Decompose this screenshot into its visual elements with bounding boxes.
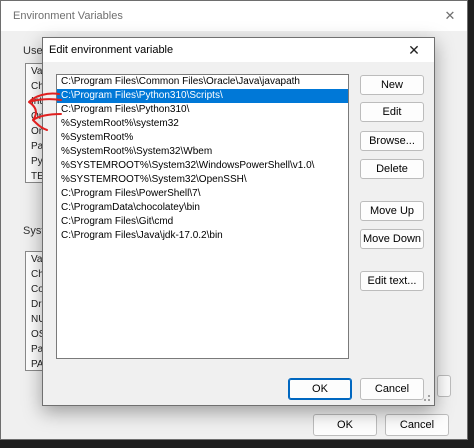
- back-ok-button[interactable]: OK: [313, 414, 377, 436]
- new-button[interactable]: New: [360, 75, 424, 95]
- delete-button[interactable]: Delete: [360, 159, 424, 179]
- back-titlebar: Environment Variables ✕: [1, 1, 467, 31]
- dialog-titlebar: Edit environment variable ✕: [43, 38, 434, 62]
- path-item[interactable]: C:\Program Files\PowerShell\7\: [57, 187, 348, 201]
- path-item[interactable]: %SYSTEMROOT%\System32\OpenSSH\: [57, 173, 348, 187]
- close-icon[interactable]: ✕: [402, 39, 426, 61]
- back-system-button[interactable]: [437, 375, 451, 397]
- path-item[interactable]: %SYSTEMROOT%\System32\WindowsPowerShell\…: [57, 159, 348, 173]
- screenshot-stage: Environment Variables ✕ User Va Ch Int Or Or…: [0, 0, 474, 448]
- path-item[interactable]: C:\Program Files\Python310\Scripts\: [57, 89, 348, 103]
- resize-grip-icon[interactable]: [421, 392, 431, 402]
- back-cancel-button[interactable]: Cancel: [385, 414, 449, 436]
- edit-button[interactable]: Edit: [360, 102, 424, 122]
- path-item[interactable]: C:\Program Files\Common Files\Oracle\Jav…: [57, 75, 348, 89]
- path-list[interactable]: C:\Program Files\Common Files\Oracle\Jav…: [56, 74, 349, 359]
- browse-button[interactable]: Browse...: [360, 131, 424, 151]
- dialog-title: Edit environment variable: [49, 44, 174, 56]
- move-down-button[interactable]: Move Down: [360, 229, 424, 249]
- path-item[interactable]: %SystemRoot%\system32: [57, 117, 348, 131]
- edit-text-button[interactable]: Edit text...: [360, 271, 424, 291]
- path-item[interactable]: C:\ProgramData\chocolatey\bin: [57, 201, 348, 215]
- path-item[interactable]: C:\Program Files\Git\cmd: [57, 215, 348, 229]
- ok-button[interactable]: OK: [288, 378, 352, 400]
- path-item[interactable]: C:\Program Files\Java\jdk-17.0.2\bin: [57, 229, 348, 243]
- back-window-title: Environment Variables: [13, 10, 123, 22]
- move-up-button[interactable]: Move Up: [360, 201, 424, 221]
- path-item[interactable]: %SystemRoot%: [57, 131, 348, 145]
- edit-environment-variable-dialog: Edit environment variable ✕ C:\Program F…: [42, 37, 435, 406]
- back-close-icon[interactable]: ✕: [439, 6, 461, 26]
- path-item[interactable]: C:\Program Files\Python310\: [57, 103, 348, 117]
- path-item[interactable]: %SystemRoot%\System32\Wbem: [57, 145, 348, 159]
- cancel-button[interactable]: Cancel: [360, 378, 424, 400]
